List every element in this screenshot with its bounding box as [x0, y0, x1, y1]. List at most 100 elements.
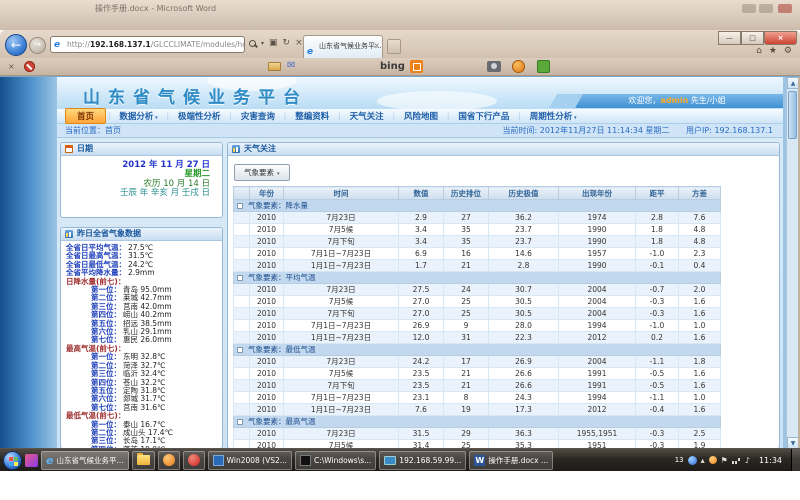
- group-checkbox[interactable]: [237, 203, 243, 209]
- row-checkbox-cell: [234, 212, 250, 224]
- bing-logo[interactable]: bing: [380, 61, 405, 72]
- nav-item-1[interactable]: 首页: [65, 108, 106, 124]
- compatibility-icon[interactable]: ▣: [269, 38, 278, 48]
- blocked-icon[interactable]: [24, 61, 35, 72]
- stop-icon[interactable]: ×: [295, 38, 303, 48]
- nav-item-6[interactable]: 天气关注: [341, 110, 393, 122]
- welcome-suffix: 先生/小姐: [688, 96, 725, 105]
- taskbar-word-window[interactable]: W操作手册.docx ...: [469, 451, 553, 470]
- site-banner: 山东省气候业务平台 欢迎您，admin 先生/小姐: [57, 77, 783, 109]
- browser-tab[interactable]: e 山东省气候业务平... ×: [303, 35, 383, 58]
- taskbar-explorer[interactable]: [132, 451, 155, 470]
- show-desktop-button[interactable]: [791, 449, 800, 472]
- search-icon[interactable]: [249, 40, 256, 47]
- table-cell: -0.3: [636, 428, 679, 440]
- group-checkbox[interactable]: [237, 275, 243, 281]
- table-cell: 28.0: [489, 320, 559, 332]
- bg-close-button[interactable]: [778, 4, 792, 13]
- tray-expand-icon[interactable]: ▴: [701, 456, 705, 465]
- table-cell: 1990: [559, 236, 636, 248]
- table-cell: 2.5: [679, 428, 721, 440]
- nav-item-7[interactable]: 风险地图: [395, 110, 447, 122]
- scrollbar-thumb[interactable]: [788, 91, 797, 139]
- window-close-button[interactable]: ×: [764, 31, 797, 45]
- favorites-star-icon[interactable]: ★: [769, 46, 777, 56]
- table-row: 20107月下旬27.02530.52004-0.31.6: [234, 308, 721, 320]
- row-checkbox-cell: [234, 296, 250, 308]
- table-cell: 2010: [250, 236, 284, 248]
- volume-icon[interactable]: ♪: [745, 456, 750, 465]
- nav-item-3[interactable]: 极端性分析: [169, 110, 230, 122]
- main-panel-title: 天气关注: [244, 143, 276, 155]
- window-minimize-button[interactable]: —: [718, 31, 741, 45]
- tab-close-icon[interactable]: ×: [373, 36, 380, 56]
- home-icon[interactable]: ⌂: [756, 46, 762, 56]
- address-bar[interactable]: ehttp://192.168.137.1/GLCCLIMATE/modules…: [50, 36, 245, 53]
- table-cell: 1.9: [679, 440, 721, 449]
- row-checkbox-cell: [234, 236, 250, 248]
- window-maximize-button[interactable]: □: [741, 31, 764, 45]
- taskbar-cmd-window[interactable]: C:\Windows\s...: [295, 451, 376, 470]
- new-tab-button[interactable]: [387, 39, 401, 54]
- start-button[interactable]: [3, 451, 22, 470]
- nav-item-9[interactable]: 周期性分析 ▾: [521, 110, 586, 122]
- table-row: 20101月1日~7月23日12.03122.320120.21.6: [234, 332, 721, 344]
- table-group-row: 气象要素：最高气温: [234, 416, 721, 428]
- group-checkbox[interactable]: [237, 419, 243, 425]
- taskbar-app-orange[interactable]: [158, 451, 180, 470]
- table-group-row: 气象要素：最低气温: [234, 344, 721, 356]
- forward-button[interactable]: →: [29, 37, 46, 54]
- taskbar-clock[interactable]: 11:34: [754, 456, 787, 465]
- site-title: 山东省气候业务平台: [83, 83, 308, 108]
- nav-item-8[interactable]: 国省下行产品: [449, 110, 518, 122]
- table-cell: 30.5: [489, 296, 559, 308]
- camera-icon[interactable]: [487, 61, 501, 72]
- taskbar-win2008-window[interactable]: Win2008 (VS2...: [208, 451, 292, 470]
- table-cell: 31: [444, 332, 489, 344]
- nav-item-5[interactable]: 整编资料: [286, 110, 338, 122]
- plugin-icon[interactable]: [537, 60, 550, 73]
- nav-item-4[interactable]: 灾害查询: [232, 110, 284, 122]
- table-cell: 2.8: [636, 212, 679, 224]
- im-icon[interactable]: [688, 456, 697, 465]
- tray-count-badge[interactable]: 13: [675, 456, 684, 464]
- address-dropdown-icon[interactable]: ▾: [261, 40, 264, 47]
- page-scrollbar[interactable]: ▲ ▼: [786, 77, 798, 448]
- gear-icon[interactable]: ⚙: [784, 46, 792, 56]
- page-left-margin: [0, 77, 57, 448]
- panel-icon: [232, 145, 240, 153]
- table-cell: 2010: [250, 332, 284, 344]
- security-icon[interactable]: [709, 456, 717, 464]
- taskbar-ie-window[interactable]: e山东省气候业务平...: [41, 451, 129, 470]
- welcome-username: admin: [660, 96, 688, 105]
- table-cell: -0.3: [636, 308, 679, 320]
- pet-app-icon[interactable]: [512, 60, 525, 73]
- table-cell: 7月23日: [284, 284, 399, 296]
- refresh-icon[interactable]: ↻: [283, 38, 291, 48]
- flag-icon[interactable]: ⚑: [721, 456, 728, 465]
- browser-toolbar: × ✉ bing: [0, 58, 800, 76]
- mail-icon[interactable]: ✉: [287, 60, 295, 71]
- table-cell: 23.7: [489, 224, 559, 236]
- media-app-icon[interactable]: [25, 454, 38, 467]
- taskbar-app-red[interactable]: [183, 451, 205, 470]
- table-cell: 2.9: [399, 212, 444, 224]
- bg-minimize-button[interactable]: [742, 4, 756, 13]
- group-checkbox[interactable]: [237, 347, 243, 353]
- column-header: 历史排位: [444, 187, 489, 200]
- row-checkbox-cell: [234, 248, 250, 260]
- taskbar-remote-window[interactable]: 192.168.59.99...: [379, 451, 466, 470]
- table-cell: 1.6: [679, 308, 721, 320]
- table-cell: 1991: [559, 368, 636, 380]
- element-filter-button[interactable]: 气象要素▾: [234, 164, 290, 181]
- back-button[interactable]: ←: [5, 34, 27, 56]
- cards-icon[interactable]: [268, 62, 281, 71]
- bing-box-icon[interactable]: [410, 60, 423, 73]
- table-cell: 29: [444, 428, 489, 440]
- nav-item-2[interactable]: 数据分析 ▾: [110, 110, 166, 122]
- table-cell: 7月1日~7月23日: [284, 320, 399, 332]
- network-icon[interactable]: [732, 456, 741, 464]
- table-cell: 7月23日: [284, 212, 399, 224]
- bg-maximize-button[interactable]: [759, 4, 773, 13]
- toolbar-close-icon[interactable]: ×: [8, 62, 15, 71]
